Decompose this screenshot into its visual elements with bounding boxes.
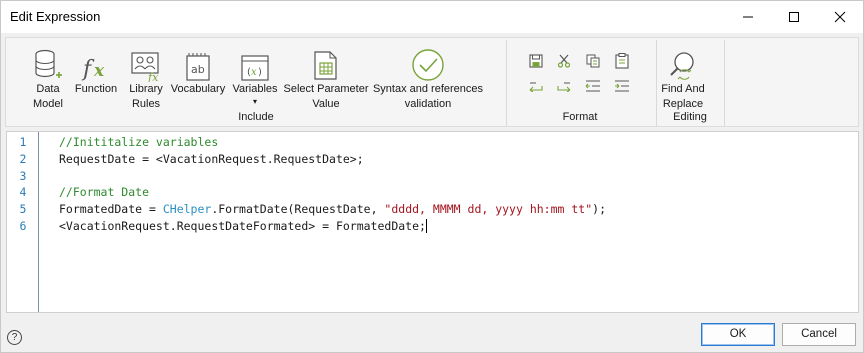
function-button[interactable]: f x Function	[72, 42, 120, 97]
library-rules-icon: fx	[131, 52, 159, 82]
syntax-validation-button[interactable]: Syntax and references validation	[372, 42, 484, 112]
code-line[interactable]: //Format Date	[59, 185, 149, 199]
code-line[interactable]: RequestDate = <VacationRequest.RequestDa…	[59, 152, 364, 166]
ribbon-toolbar: Data Model f x Function fx Library Rules…	[5, 37, 859, 127]
format-group-label: Format	[562, 111, 598, 123]
library-rules-label-2: Rules	[131, 98, 161, 110]
cancel-button[interactable]: Cancel	[782, 323, 856, 346]
code-token: "dddd,	[384, 202, 433, 216]
indent-icon	[615, 80, 629, 92]
select-parameter-label-1: Select Parameter	[283, 83, 369, 95]
data-model-label-1: Data	[36, 83, 60, 95]
outdent-button[interactable]	[584, 77, 602, 95]
line-number: 5	[19, 202, 27, 216]
svg-text:): )	[258, 67, 262, 78]
code-line[interactable]: FormatedDate = CHelper.FormatDate(Reques…	[59, 202, 606, 216]
svg-text:fx: fx	[147, 71, 159, 82]
line-number: 4	[19, 185, 27, 199]
minimize-icon	[743, 16, 753, 18]
code-token: FormatedDate =	[59, 202, 163, 216]
code-token: );	[592, 202, 607, 216]
variables-label: Variables	[232, 83, 278, 95]
line-number: 1	[19, 135, 27, 149]
variables-dropdown[interactable]: ( x ) Variables ▾	[230, 42, 280, 107]
close-icon	[834, 11, 846, 23]
include-group-label: Include	[238, 111, 274, 123]
ribbon-separator	[506, 40, 507, 126]
edit-expression-window: Edit Expression Data Model f x Function …	[0, 0, 864, 353]
vocabulary-icon: ab	[186, 53, 210, 81]
undo-button[interactable]	[527, 77, 545, 95]
code-token: .FormatDate(RequestDate,	[211, 202, 385, 216]
svg-text:x: x	[93, 61, 105, 81]
data-model-button[interactable]: Data Model	[28, 42, 68, 112]
database-icon	[35, 49, 62, 78]
select-parameter-value-button[interactable]: Select Parameter Value	[282, 42, 370, 112]
paste-button[interactable]	[613, 52, 631, 70]
redo-button[interactable]	[555, 77, 573, 95]
maximize-button[interactable]	[771, 1, 817, 33]
undo-icon	[529, 82, 543, 92]
library-rules-button[interactable]: fx Library Rules	[124, 42, 168, 112]
scissors-icon	[557, 54, 571, 68]
code-token: //Format Date	[59, 185, 150, 199]
vocabulary-button[interactable]: ab Vocabulary	[170, 42, 226, 97]
variables-icon: ( x )	[241, 55, 269, 81]
vocabulary-label: Vocabulary	[170, 83, 226, 95]
code-token: CHelper	[162, 202, 212, 216]
svg-text:f: f	[81, 57, 95, 82]
find-replace-button[interactable]: Find And Replace	[656, 42, 710, 112]
expression-editor[interactable]: 1 2 3 4 5 6 //Inititalize variables Reque…	[6, 131, 859, 313]
copy-icon	[586, 54, 600, 68]
close-button[interactable]	[817, 1, 863, 33]
function-icon: f x	[81, 57, 105, 82]
outdent-icon	[585, 80, 600, 92]
find-replace-label-1: Find And	[661, 83, 705, 95]
window-title: Edit Expression	[10, 9, 101, 24]
text-cursor	[425, 219, 427, 233]
clipboard-icon	[615, 53, 629, 69]
chevron-down-icon: ▾	[252, 97, 257, 106]
editing-group-label: Editing	[673, 111, 707, 123]
ribbon-separator	[724, 40, 725, 126]
select-parameter-label-2: Value	[312, 98, 340, 110]
dialog-footer: ? OK Cancel	[1, 317, 863, 353]
redo-icon	[557, 82, 571, 92]
check-icon	[412, 49, 444, 81]
find-replace-icon	[670, 52, 694, 80]
save-format-button[interactable]	[527, 52, 545, 70]
code-line[interactable]: //Inititalize variables	[59, 135, 218, 149]
ok-button[interactable]: OK	[701, 323, 775, 346]
code-token: dd, yyyy hh:mm tt"	[460, 202, 593, 216]
code-token: MMMM	[432, 202, 461, 216]
syntax-validation-label-2: validation	[404, 98, 452, 110]
maximize-icon	[789, 12, 799, 22]
code-line[interactable]: <VacationRequest.RequestDateFormated> = …	[59, 219, 427, 233]
code-token: <VacationRequest.RequestDateFormated> = …	[59, 219, 426, 233]
svg-text:x: x	[251, 67, 257, 78]
minimize-button[interactable]	[725, 1, 771, 33]
syntax-validation-label-1: Syntax and references	[372, 83, 484, 95]
line-number: 6	[19, 219, 27, 233]
find-replace-label-2: Replace	[662, 98, 704, 110]
cut-button[interactable]	[555, 52, 573, 70]
save-icon	[529, 54, 543, 68]
copy-button[interactable]	[584, 52, 602, 70]
line-number-gutter: 1 2 3 4 5 6	[7, 132, 39, 312]
code-token: RequestDate = <VacationRequest.RequestDa…	[59, 152, 364, 166]
title-bar: Edit Expression	[1, 1, 863, 33]
line-number: 2	[19, 152, 27, 166]
svg-text:ab: ab	[191, 63, 205, 76]
code-token: //Inititalize variables	[59, 135, 219, 149]
parameter-icon	[314, 51, 337, 80]
line-number: 3	[19, 169, 27, 183]
indent-button[interactable]	[613, 77, 631, 95]
help-icon[interactable]: ?	[7, 330, 22, 345]
data-model-label-2: Model	[33, 98, 63, 110]
library-rules-label-1: Library	[129, 83, 163, 95]
function-label: Function	[74, 83, 118, 95]
